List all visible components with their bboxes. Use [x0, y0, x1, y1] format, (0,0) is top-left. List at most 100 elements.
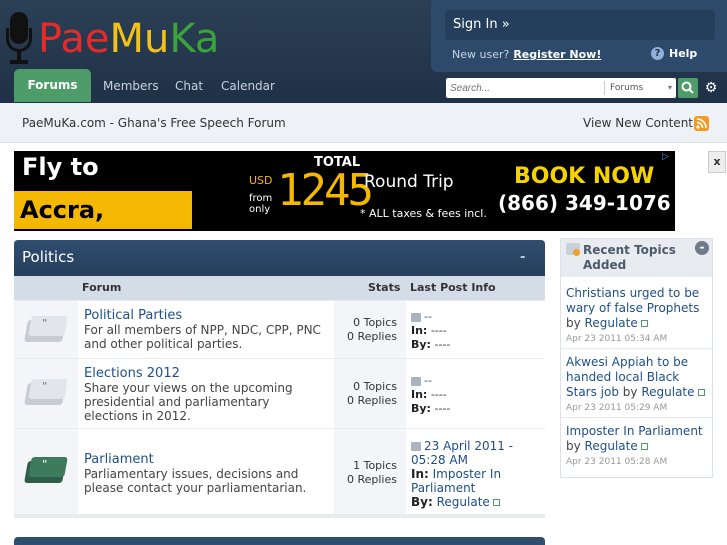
last-post-by: ----: [434, 338, 451, 351]
recent-topic-user[interactable]: Regulate: [585, 316, 638, 330]
recent-topic-user[interactable]: Regulate: [641, 385, 694, 399]
close-ad-button[interactable]: x: [708, 151, 726, 173]
ad-price: 1245: [277, 165, 374, 216]
recent-topic-date: Apr 23 2011 05:29 AM: [566, 403, 668, 413]
recent-topic-item: Imposter In Parliament by Regulate Apr 2…: [566, 424, 706, 470]
replies-count: 0 Replies: [346, 330, 397, 343]
last-post-in-label: In:: [411, 467, 429, 481]
forum-read-icon: ": [24, 379, 68, 407]
forum-row: " Political Parties For all members of N…: [14, 301, 545, 358]
forum-icon-cell: ": [14, 301, 78, 358]
forum-stats: 1 Topics 0 Replies: [317, 459, 397, 487]
microphone-icon: [4, 10, 34, 68]
last-post-info: -- In: ---- By: ----: [411, 310, 541, 352]
tab-calendar[interactable]: Calendar: [221, 76, 275, 96]
recent-topic-user[interactable]: Regulate: [585, 439, 638, 453]
external-link-icon[interactable]: [492, 499, 500, 506]
forum-title[interactable]: Parliament: [84, 452, 154, 467]
search-scope-label: Forums: [610, 83, 644, 93]
topics-count: 0 Topics: [353, 316, 397, 329]
ad-usd: USD: [249, 174, 273, 187]
recent-topic-title[interactable]: Imposter In Parliament: [566, 424, 703, 438]
search-button[interactable]: [678, 78, 698, 98]
forum-title[interactable]: Elections 2012: [84, 366, 180, 381]
last-post-title[interactable]: 23 April 2011 - 05:28 AM: [411, 439, 513, 467]
recent-topics-panel: Recent Topics Added - Christians urged t…: [560, 238, 713, 478]
gear-icon[interactable]: ⚙: [703, 78, 719, 98]
sign-in-button[interactable]: Sign In »: [445, 10, 715, 40]
last-post-by-label: By:: [411, 402, 431, 415]
next-category-header: [14, 537, 545, 545]
advertisement-banner[interactable]: Fly to Accra, Ghana TOTAL USD fromonly 1…: [14, 151, 675, 231]
category-header: Politics -: [14, 240, 545, 276]
breadcrumb[interactable]: PaeMuKa.com - Ghana's Free Speech Forum: [22, 116, 286, 130]
tab-chat[interactable]: Chat: [175, 76, 203, 96]
last-post-in-label: In:: [411, 388, 428, 401]
forum-description: Parliamentary issues, decisions and plea…: [84, 467, 307, 495]
go-to-post-icon[interactable]: [411, 376, 421, 386]
help-link[interactable]: ? Help: [651, 47, 697, 60]
register-link[interactable]: Register Now!: [513, 48, 601, 61]
forum-icon-cell: ": [14, 359, 78, 428]
search-input[interactable]: [446, 78, 602, 98]
forum-title[interactable]: Political Parties: [84, 308, 182, 323]
user-panel: Sign In » New user? Register Now! ? Help: [431, 0, 727, 72]
recent-topic-date: Apr 23 2011 05:28 AM: [566, 457, 668, 467]
search-icon: [681, 81, 694, 94]
replies-count: 0 Replies: [346, 394, 397, 407]
external-link-icon[interactable]: [640, 320, 648, 327]
external-link-icon[interactable]: [697, 389, 705, 396]
go-to-post-icon[interactable]: [411, 312, 421, 322]
ad-book-now: BOOK NOW: [514, 164, 655, 189]
forum-stats: 0 Topics 0 Replies: [317, 316, 397, 344]
recent-topics-icon: [566, 243, 580, 256]
chevron-down-icon: ▾: [667, 83, 672, 92]
collapse-button[interactable]: -: [520, 250, 525, 265]
search-scope-select[interactable]: Forums ▾: [604, 81, 676, 95]
last-post-title[interactable]: --: [424, 374, 432, 387]
last-post-info: 23 April 2011 - 05:28 AM In: Imposter In…: [411, 439, 541, 509]
go-to-post-icon[interactable]: [411, 442, 421, 451]
topics-count: 1 Topics: [353, 459, 397, 472]
recent-topics-header: Recent Topics Added -: [561, 239, 712, 277]
ad-phone: (866) 349-1076: [498, 191, 671, 215]
category-title[interactable]: Politics: [22, 248, 74, 266]
help-icon: ?: [651, 47, 664, 60]
last-post-by-label: By:: [411, 495, 433, 509]
forum-description: For all members of NPP, NDC, CPP, PNC an…: [84, 323, 321, 351]
by-label: by: [622, 385, 638, 399]
last-post-in-label: In:: [411, 324, 428, 337]
recent-topic-title[interactable]: Christians urged to be wary of false Pro…: [566, 286, 699, 315]
column-header-last-post: Last Post Info: [410, 281, 496, 294]
tab-forums[interactable]: Forums: [14, 69, 91, 102]
external-link-icon[interactable]: [640, 443, 648, 450]
forum-unread-icon: ": [24, 457, 68, 485]
last-post-info: -- In: ---- By: ----: [411, 374, 541, 416]
last-post-in: ----: [430, 324, 447, 337]
ad-fly-to: Fly to: [22, 153, 99, 181]
last-post-by: ----: [434, 402, 451, 415]
help-label: Help: [669, 47, 698, 60]
forum-stats: 0 Topics 0 Replies: [317, 380, 397, 408]
forum-category: Politics - Forum Stats Last Post Info " …: [14, 240, 545, 518]
new-user-prompt: New user? Register Now!: [452, 48, 601, 61]
ad-only: only: [249, 204, 271, 215]
view-new-content-link[interactable]: View New Content: [583, 116, 693, 130]
minimize-button[interactable]: -: [695, 241, 709, 255]
tab-members[interactable]: Members: [103, 76, 159, 96]
rss-icon[interactable]: [694, 116, 709, 131]
by-label: by: [566, 316, 581, 330]
breadcrumb-bar: PaeMuKa.com - Ghana's Free Speech Forum …: [0, 103, 727, 143]
recent-topic-item: Akwesi Appiah to be handed local Black S…: [566, 355, 706, 416]
last-post-title[interactable]: --: [424, 310, 432, 323]
by-label: by: [566, 439, 581, 453]
site-logo[interactable]: PaeMuKa: [4, 10, 219, 68]
forum-description: Share your views on the upcoming preside…: [84, 381, 293, 423]
forum-row: " Elections 2012 Share your views on the…: [14, 359, 545, 428]
recent-topic-item: Christians urged to be wary of false Pro…: [566, 286, 706, 347]
ad-from-only: from only: [249, 193, 272, 215]
ad-choices-icon[interactable]: ▷: [662, 152, 674, 163]
last-post-by[interactable]: Regulate: [437, 495, 490, 509]
ad-destination: Accra, Ghana: [14, 191, 192, 229]
ad-round-trip: Round Trip: [364, 172, 454, 192]
